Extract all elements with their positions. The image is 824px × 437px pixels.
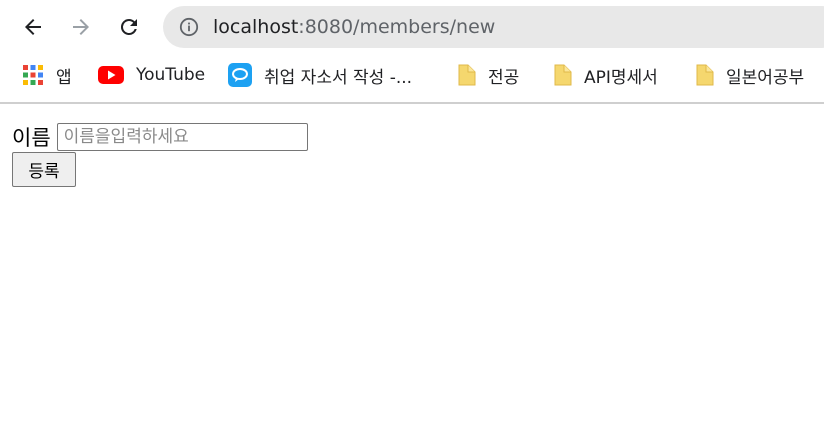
bookmarks-bar: 앱 YouTube 취업 자소서 작성 -... 전공 API명세서 일본어공부 — [0, 56, 824, 104]
bookmark-resume[interactable]: 취업 자소서 작성 -... — [228, 56, 412, 94]
folder-icon — [696, 63, 714, 87]
bookmark-label: 일본어공부 — [726, 67, 805, 88]
bookmark-youtube[interactable]: YouTube — [98, 56, 205, 94]
arrow-left-icon — [25, 19, 41, 35]
address-bar[interactable]: localhost:8080/members/new — [163, 6, 824, 48]
name-row: 이름 — [12, 118, 308, 152]
name-input[interactable] — [56, 123, 308, 151]
arrow-right-icon — [73, 19, 89, 35]
bookmark-apps[interactable]: 앱 — [22, 56, 72, 94]
browser-toolbar: localhost:8080/members/new — [0, 0, 824, 56]
url-path: :8080/members/new — [298, 16, 496, 38]
bookmark-label: 앱 — [56, 67, 72, 88]
bookmark-japanese[interactable]: 일본어공부 — [696, 56, 804, 94]
bookmark-label: 취업 자소서 작성 -... — [264, 67, 413, 88]
url-text: localhost:8080/members/new — [213, 6, 495, 48]
bookmark-api-spec[interactable]: API명세서 — [554, 56, 658, 94]
reload-icon — [120, 18, 137, 35]
register-button[interactable]: 등록 — [12, 152, 76, 187]
reload-button[interactable] — [110, 8, 148, 46]
url-host: localhost — [213, 16, 299, 38]
folder-icon — [554, 63, 572, 87]
forward-button[interactable] — [62, 8, 100, 46]
bookmark-label: YouTube — [136, 65, 206, 85]
name-label: 이름 — [12, 126, 51, 150]
back-button[interactable] — [14, 8, 52, 46]
apps-grid-icon — [22, 64, 44, 86]
info-icon[interactable] — [179, 17, 199, 41]
folder-icon — [458, 63, 476, 87]
youtube-icon — [98, 66, 124, 84]
member-form: 이름 등록 — [12, 118, 308, 187]
bookmark-label: API명세서 — [584, 67, 658, 88]
bookmark-label: 전공 — [488, 67, 520, 88]
bookmark-major[interactable]: 전공 — [458, 56, 519, 94]
chat-bubble-icon — [228, 63, 252, 87]
